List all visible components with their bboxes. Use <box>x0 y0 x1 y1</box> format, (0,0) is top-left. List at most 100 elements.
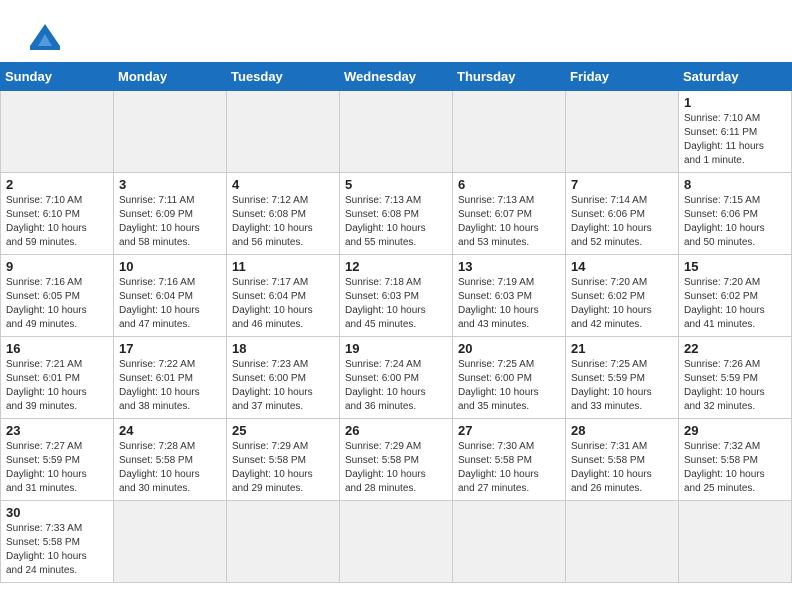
day-number: 2 <box>6 177 108 192</box>
calendar-cell <box>114 91 227 173</box>
calendar-week-row: 16 Sunrise: 7:21 AM Sunset: 6:01 PM Dayli… <box>1 337 792 419</box>
day-number: 29 <box>684 423 786 438</box>
day-number: 16 <box>6 341 108 356</box>
calendar-cell: 6Sunrise: 7:13 AM Sunset: 6:07 PM Daylig… <box>453 173 566 255</box>
calendar-cell <box>1 91 114 173</box>
calendar-cell: 27 Sunrise: 7:30 AM Sunset: 5:58 PM Dayli… <box>453 419 566 501</box>
day-detail: Sunrise: 7:11 AM Sunset: 6:09 PM Dayligh… <box>119 194 221 250</box>
day-detail: Sunrise: 7:13 AM Sunset: 6:07 PM Dayligh… <box>458 194 560 250</box>
calendar-cell <box>340 501 453 583</box>
day-detail: Sunrise: 7:29 AM Sunset: 5:58 PM Dayligh… <box>232 440 334 496</box>
day-detail: Sunrise: 7:10 AM Sunset: 6:11 PM Dayligh… <box>684 112 786 168</box>
day-detail: Sunrise: 7:15 AM Sunset: 6:06 PM Dayligh… <box>684 194 786 250</box>
day-detail: Sunrise: 7:12 AM Sunset: 6:08 PM Dayligh… <box>232 194 334 250</box>
calendar-cell: 1 Sunrise: 7:10 AM Sunset: 6:11 PM Daylig… <box>679 91 792 173</box>
day-detail: Sunrise: 7:26 AM Sunset: 5:59 PM Dayligh… <box>684 358 786 414</box>
calendar-cell: 18Sunrise: 7:23 AM Sunset: 6:00 PM Dayli… <box>227 337 340 419</box>
calendar-cell: 5 Sunrise: 7:13 AM Sunset: 6:08 PM Daylig… <box>340 173 453 255</box>
calendar-week-row: 1 Sunrise: 7:10 AM Sunset: 6:11 PM Daylig… <box>1 91 792 173</box>
day-detail: Sunrise: 7:32 AM Sunset: 5:58 PM Dayligh… <box>684 440 786 496</box>
day-number: 18 <box>232 341 334 356</box>
day-detail: Sunrise: 7:22 AM Sunset: 6:01 PM Dayligh… <box>119 358 221 414</box>
calendar-cell: 14Sunrise: 7:20 AM Sunset: 6:02 PM Dayli… <box>566 255 679 337</box>
calendar-cell: 2 Sunrise: 7:10 AM Sunset: 6:10 PM Daylig… <box>1 173 114 255</box>
day-number: 12 <box>345 259 447 274</box>
logo-container <box>20 16 74 54</box>
calendar-cell <box>566 501 679 583</box>
day-number: 15 <box>684 259 786 274</box>
day-detail: Sunrise: 7:13 AM Sunset: 6:08 PM Dayligh… <box>345 194 447 250</box>
calendar-cell: 28 Sunrise: 7:31 AM Sunset: 5:58 PM Dayli… <box>566 419 679 501</box>
day-number: 20 <box>458 341 560 356</box>
calendar-cell <box>453 91 566 173</box>
calendar-cell: 16 Sunrise: 7:21 AM Sunset: 6:01 PM Dayli… <box>1 337 114 419</box>
calendar-cell: 7 Sunrise: 7:14 AM Sunset: 6:06 PM Daylig… <box>566 173 679 255</box>
calendar-cell: 8 Sunrise: 7:15 AM Sunset: 6:06 PM Daylig… <box>679 173 792 255</box>
calendar-header-monday: Monday <box>114 63 227 91</box>
day-number: 9 <box>6 259 108 274</box>
calendar-cell: 24Sunrise: 7:28 AM Sunset: 5:58 PM Dayli… <box>114 419 227 501</box>
day-detail: Sunrise: 7:20 AM Sunset: 6:02 PM Dayligh… <box>684 276 786 332</box>
day-number: 24 <box>119 423 221 438</box>
day-detail: Sunrise: 7:17 AM Sunset: 6:04 PM Dayligh… <box>232 276 334 332</box>
calendar-cell: 10 Sunrise: 7:16 AM Sunset: 6:04 PM Dayli… <box>114 255 227 337</box>
calendar-cell: 30Sunrise: 7:33 AM Sunset: 5:58 PM Dayli… <box>1 501 114 583</box>
day-number: 3 <box>119 177 221 192</box>
calendar-cell: 13Sunrise: 7:19 AM Sunset: 6:03 PM Dayli… <box>453 255 566 337</box>
day-detail: Sunrise: 7:18 AM Sunset: 6:03 PM Dayligh… <box>345 276 447 332</box>
day-detail: Sunrise: 7:16 AM Sunset: 6:04 PM Dayligh… <box>119 276 221 332</box>
calendar-cell: 12 Sunrise: 7:18 AM Sunset: 6:03 PM Dayli… <box>340 255 453 337</box>
day-number: 28 <box>571 423 673 438</box>
day-number: 26 <box>345 423 447 438</box>
calendar-cell <box>227 91 340 173</box>
calendar-cell: 21Sunrise: 7:25 AM Sunset: 5:59 PM Dayli… <box>566 337 679 419</box>
calendar-cell <box>227 501 340 583</box>
day-number: 27 <box>458 423 560 438</box>
day-detail: Sunrise: 7:24 AM Sunset: 6:00 PM Dayligh… <box>345 358 447 414</box>
day-number: 11 <box>232 259 334 274</box>
calendar-cell: 29 Sunrise: 7:32 AM Sunset: 5:58 PM Dayli… <box>679 419 792 501</box>
calendar-header-wednesday: Wednesday <box>340 63 453 91</box>
calendar-cell <box>566 91 679 173</box>
day-number: 25 <box>232 423 334 438</box>
calendar-week-row: 2 Sunrise: 7:10 AM Sunset: 6:10 PM Daylig… <box>1 173 792 255</box>
calendar-cell: 22 Sunrise: 7:26 AM Sunset: 5:59 PM Dayli… <box>679 337 792 419</box>
day-detail: Sunrise: 7:21 AM Sunset: 6:01 PM Dayligh… <box>6 358 108 414</box>
calendar-cell: 15 Sunrise: 7:20 AM Sunset: 6:02 PM Dayli… <box>679 255 792 337</box>
calendar-header-tuesday: Tuesday <box>227 63 340 91</box>
calendar-week-row: 23Sunrise: 7:27 AM Sunset: 5:59 PM Dayli… <box>1 419 792 501</box>
calendar-cell: 20 Sunrise: 7:25 AM Sunset: 6:00 PM Dayli… <box>453 337 566 419</box>
day-number: 14 <box>571 259 673 274</box>
calendar-cell: 11 Sunrise: 7:17 AM Sunset: 6:04 PM Dayli… <box>227 255 340 337</box>
day-detail: Sunrise: 7:30 AM Sunset: 5:58 PM Dayligh… <box>458 440 560 496</box>
day-detail: Sunrise: 7:14 AM Sunset: 6:06 PM Dayligh… <box>571 194 673 250</box>
calendar-table: SundayMondayTuesdayWednesdayThursdayFrid… <box>0 62 792 583</box>
day-number: 30 <box>6 505 108 520</box>
day-number: 10 <box>119 259 221 274</box>
calendar-header-row: SundayMondayTuesdayWednesdayThursdayFrid… <box>1 63 792 91</box>
day-detail: Sunrise: 7:10 AM Sunset: 6:10 PM Dayligh… <box>6 194 108 250</box>
day-number: 17 <box>119 341 221 356</box>
day-number: 13 <box>458 259 560 274</box>
calendar-header-thursday: Thursday <box>453 63 566 91</box>
day-detail: Sunrise: 7:25 AM Sunset: 6:00 PM Dayligh… <box>458 358 560 414</box>
day-number: 1 <box>684 95 786 110</box>
calendar-cell <box>679 501 792 583</box>
day-number: 5 <box>345 177 447 192</box>
day-number: 7 <box>571 177 673 192</box>
day-detail: Sunrise: 7:31 AM Sunset: 5:58 PM Dayligh… <box>571 440 673 496</box>
day-detail: Sunrise: 7:27 AM Sunset: 5:59 PM Dayligh… <box>6 440 108 496</box>
calendar-cell: 26 Sunrise: 7:29 AM Sunset: 5:58 PM Dayli… <box>340 419 453 501</box>
calendar-header-sunday: Sunday <box>1 63 114 91</box>
calendar-cell: 25 Sunrise: 7:29 AM Sunset: 5:58 PM Dayli… <box>227 419 340 501</box>
calendar-cell: 4Sunrise: 7:12 AM Sunset: 6:08 PM Daylig… <box>227 173 340 255</box>
day-detail: Sunrise: 7:16 AM Sunset: 6:05 PM Dayligh… <box>6 276 108 332</box>
header <box>0 0 792 62</box>
general-blue-logo-icon <box>20 16 70 54</box>
calendar-cell <box>453 501 566 583</box>
calendar-header-friday: Friday <box>566 63 679 91</box>
day-number: 22 <box>684 341 786 356</box>
calendar-cell: 17 Sunrise: 7:22 AM Sunset: 6:01 PM Dayli… <box>114 337 227 419</box>
day-detail: Sunrise: 7:29 AM Sunset: 5:58 PM Dayligh… <box>345 440 447 496</box>
day-number: 8 <box>684 177 786 192</box>
